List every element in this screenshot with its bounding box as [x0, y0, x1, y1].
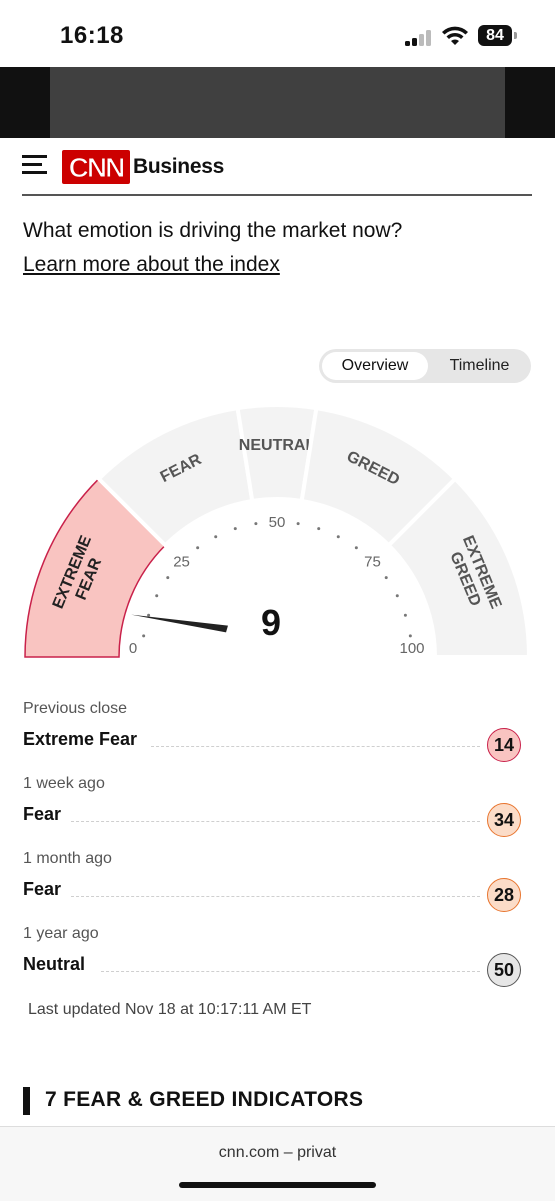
gauge-scale-dot: [155, 594, 159, 598]
gauge-tick-label: 0: [129, 640, 137, 657]
section-title[interactable]: Business: [133, 155, 224, 179]
gauge-scale-dot: [384, 576, 388, 580]
gauge-scale-dot: [214, 535, 218, 539]
gauge-scale-dot: [408, 634, 412, 638]
section-marker: [23, 1087, 30, 1115]
history-rating: Fear: [23, 879, 62, 899]
clock: 16:18: [60, 22, 124, 49]
history-rating: Extreme Fear: [23, 729, 138, 749]
gauge-zone-label: NEUTRAL: [239, 437, 316, 454]
gauge-scale-dot: [166, 576, 170, 580]
ad-banner-content[interactable]: [50, 67, 505, 138]
address-bar[interactable]: cnn.com – privat: [0, 1144, 555, 1162]
gauge-needle: [131, 614, 228, 633]
gauge-scale-dot: [336, 535, 340, 539]
history-rating: Fear: [23, 804, 62, 824]
history-score-badge: 50: [487, 953, 521, 987]
cellular-signal-icon: [405, 30, 435, 46]
gauge-scale-dot: [296, 522, 300, 526]
history-leader-line: [71, 821, 480, 822]
wifi-icon: [442, 26, 468, 45]
history-score-badge: 14: [487, 728, 521, 762]
gauge-scale-dot: [233, 527, 237, 531]
history-leader-line: [101, 971, 480, 972]
history-period-label: Previous close: [23, 700, 128, 717]
gauge-scale-dot: [395, 594, 399, 598]
battery-tip: [514, 32, 517, 39]
gauge-scale-dot: [403, 613, 407, 617]
page-question: What emotion is driving the market now?: [23, 219, 403, 242]
url-separator: –: [283, 1144, 298, 1161]
browsing-mode: privat: [297, 1144, 337, 1161]
view-toggle: Overview Timeline: [319, 349, 531, 383]
gauge-scale-dot: [317, 527, 321, 531]
gauge-tick-label: 100: [399, 640, 424, 657]
tab-overview[interactable]: Overview: [322, 352, 428, 380]
gauge-scale-dot: [147, 613, 151, 617]
ad-banner: [0, 67, 555, 138]
battery-icon: 84: [478, 25, 512, 46]
history-leader-line: [151, 746, 480, 747]
gauge-scale-dot: [254, 522, 258, 526]
history-period-label: 1 month ago: [23, 850, 112, 867]
menu-icon[interactable]: [22, 155, 47, 175]
gauge-tick-label: 50: [269, 514, 286, 531]
history-rating: Neutral: [23, 954, 86, 974]
gauge-scale-dot: [196, 546, 200, 550]
fear-greed-gauge: EXTREMEFEARFEARNEUTRALGREEDEXTREMEGREED0…: [24, 403, 532, 665]
indicators-heading: 7 FEAR & GREED INDICATORS: [45, 1088, 364, 1111]
gauge-scale-dot: [142, 634, 146, 638]
url-text: cnn.com: [218, 1144, 280, 1161]
gauge-tick-label: 25: [173, 554, 190, 571]
browser-bar: cnn.com – privat: [0, 1126, 555, 1201]
learn-more-link[interactable]: Learn more about the index: [23, 253, 280, 277]
gauge-value: 9: [261, 602, 281, 643]
gauge-tick-label: 75: [364, 554, 381, 571]
last-updated: Last updated Nov 18 at 10:17:11 AM ET: [28, 1001, 312, 1018]
history-score-badge: 28: [487, 878, 521, 912]
cnn-logo[interactable]: CNN: [62, 150, 130, 184]
home-indicator[interactable]: [179, 1182, 376, 1188]
header-divider: [22, 194, 532, 196]
history-period-label: 1 year ago: [23, 925, 99, 942]
history-score-badge: 34: [487, 803, 521, 837]
history-period-label: 1 week ago: [23, 775, 105, 792]
cnn-logo-text: CNN: [69, 152, 124, 183]
gauge-scale-dot: [354, 546, 358, 550]
history-leader-line: [71, 896, 480, 897]
tab-timeline[interactable]: Timeline: [431, 352, 528, 380]
status-bar: 16:18 84: [0, 0, 555, 67]
